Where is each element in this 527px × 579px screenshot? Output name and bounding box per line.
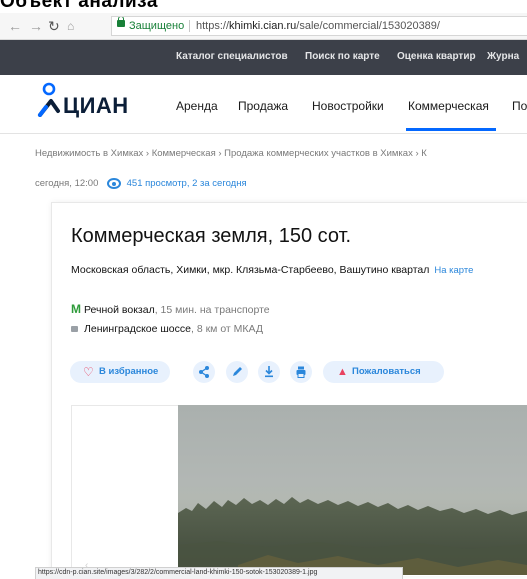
listing-main-photo[interactable] — [178, 405, 527, 575]
forward-arrow-icon[interactable]: → — [29, 17, 43, 35]
download-button[interactable] — [258, 361, 280, 383]
print-button[interactable] — [290, 361, 312, 383]
lock-icon — [117, 17, 125, 27]
nav-commercial[interactable]: Коммерческая — [408, 99, 489, 113]
gallery-thumbnail-strip[interactable] — [71, 405, 178, 575]
highway-distance: , 8 км от МКАД — [191, 323, 263, 335]
address-bar[interactable]: Защищено https://khimki.cian.ru/sale/com… — [111, 16, 527, 36]
edit-button[interactable] — [226, 361, 248, 383]
nav-rent[interactable]: Аренда — [176, 99, 218, 113]
share-icon — [199, 366, 209, 378]
publish-date: сегодня, 12:00 — [35, 178, 99, 190]
metro-info: M Речной вокзал, 15 мин. на транспорте — [71, 302, 270, 316]
slide-caption: Объект анализа — [0, 0, 158, 12]
nav-more[interactable]: По — [512, 99, 527, 113]
nav-new-buildings[interactable]: Новостройки — [312, 99, 384, 113]
journal-link[interactable]: Журна — [487, 51, 519, 62]
metro-time: , 15 мин. на транспорте — [154, 304, 270, 316]
listing-address: Московская область, Химки, мкр. Клязьма-… — [71, 262, 491, 279]
address-separator — [189, 20, 190, 32]
print-icon — [296, 366, 306, 378]
highway-name: Ленинградское шоссе — [84, 323, 191, 335]
cian-logo-icon[interactable] — [37, 81, 61, 117]
favorites-label: В избранное — [99, 366, 159, 377]
home-icon[interactable]: ⌂ — [67, 17, 74, 35]
listing-title: Коммерческая земля, 150 сот. — [71, 225, 352, 247]
secure-label: Защищено — [129, 20, 185, 32]
catalog-specialists-link[interactable]: Каталог специалистов — [176, 51, 288, 62]
forest-photo — [178, 497, 527, 575]
metro-icon: M — [71, 302, 81, 316]
eye-icon — [107, 178, 121, 189]
map-search-link[interactable]: Поиск по карте — [305, 51, 380, 62]
reload-icon[interactable]: ↻ — [48, 17, 60, 35]
browser-status-bar: https://cdn-p.cian.site/images/3/282/2/c… — [35, 567, 403, 579]
complain-button[interactable]: ▲ Пожаловаться — [323, 361, 444, 383]
metro-station[interactable]: Речной вокзал — [84, 304, 155, 316]
map-link[interactable]: На карте — [434, 265, 473, 276]
views-count[interactable]: 451 просмотр, 2 за сегодня — [127, 178, 247, 189]
pencil-icon — [233, 367, 242, 376]
back-arrow-icon[interactable]: ← — [8, 17, 22, 35]
share-button[interactable] — [193, 361, 215, 383]
logo-text[interactable]: ЦИАН — [63, 93, 129, 119]
download-icon — [265, 366, 273, 378]
url-text[interactable]: https://khimki.cian.ru/sale/commercial/1… — [196, 17, 440, 35]
apartment-valuation-link[interactable]: Оценка квартир — [397, 51, 476, 62]
warning-icon: ▲ — [337, 366, 348, 378]
top-service-bar: Каталог специалистов Поиск по карте Оцен… — [0, 40, 527, 75]
car-icon — [71, 326, 78, 333]
main-navigation: ЦИАН Аренда Продажа Новостройки Коммерче… — [0, 75, 527, 134]
highway-info: Ленинградское шоссе, 8 км от МКАД — [71, 323, 263, 335]
active-nav-underline — [406, 128, 496, 131]
nav-sale[interactable]: Продажа — [238, 99, 288, 113]
address-text: Московская область, Химки, мкр. Клязьма-… — [71, 264, 430, 276]
add-to-favorites-button[interactable]: ♡ В избранное — [70, 361, 170, 383]
complain-label: Пожаловаться — [352, 366, 421, 377]
browser-toolbar: ← → ↻ ⌂ Защищено https://khimki.cian.ru/… — [0, 13, 527, 40]
listing-meta: сегодня, 12:00 451 просмотр, 2 за сегодн… — [35, 178, 247, 189]
heart-icon: ♡ — [83, 365, 94, 379]
breadcrumb[interactable]: Недвижимость в Химках › Коммерческая › П… — [35, 148, 427, 159]
